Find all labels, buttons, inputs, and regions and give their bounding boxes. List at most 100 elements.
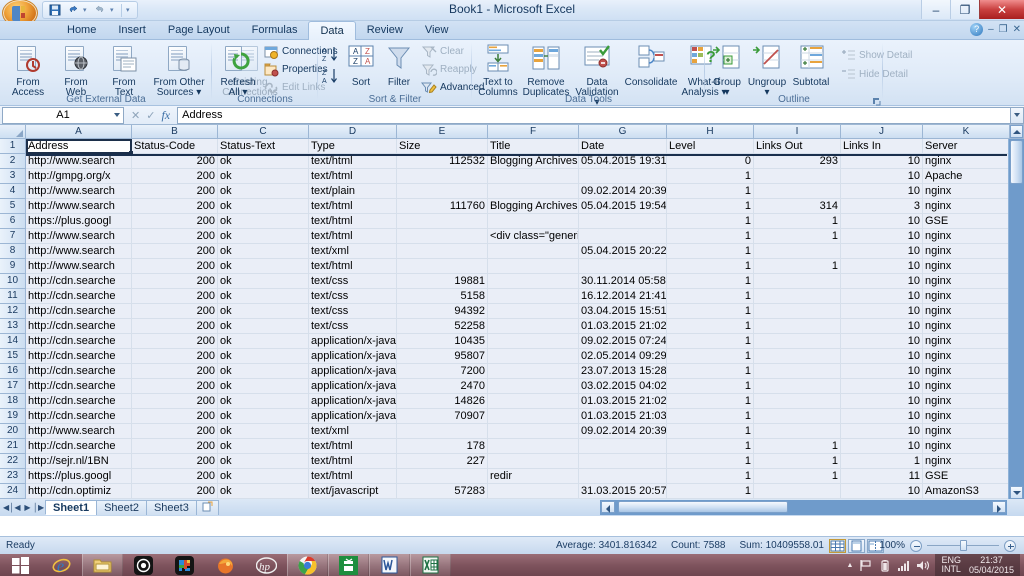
- row-header-10[interactable]: 10: [0, 274, 26, 289]
- sort-ascending-button[interactable]: AZ: [322, 45, 340, 64]
- vertical-scrollbar[interactable]: [1008, 125, 1024, 499]
- cell-C8[interactable]: ok: [218, 244, 309, 259]
- cell-B24[interactable]: 200: [132, 484, 218, 499]
- column-header-f[interactable]: F: [488, 125, 579, 139]
- cell-A9[interactable]: http://www.search: [26, 259, 132, 274]
- cell-H6[interactable]: 1: [667, 214, 754, 229]
- row-header-3[interactable]: 3: [0, 169, 26, 184]
- cell-J16[interactable]: 10: [841, 364, 923, 379]
- cell-K15[interactable]: nginx: [923, 349, 1010, 364]
- hp-support-icon[interactable]: hp: [246, 554, 287, 576]
- cell-D11[interactable]: text/css: [309, 289, 397, 304]
- cell-A18[interactable]: http://cdn.searche: [26, 394, 132, 409]
- row-header-5[interactable]: 5: [0, 199, 26, 214]
- cell-H4[interactable]: 1: [667, 184, 754, 199]
- cell-E20[interactable]: [397, 424, 488, 439]
- column-header-d[interactable]: D: [309, 125, 397, 139]
- cell-K18[interactable]: nginx: [923, 394, 1010, 409]
- cell-D19[interactable]: application/x-javas: [309, 409, 397, 424]
- cell-K9[interactable]: nginx: [923, 259, 1010, 274]
- hide-detail-button[interactable]: Hide Detail: [837, 66, 915, 83]
- cell-D16[interactable]: application/x-javas: [309, 364, 397, 379]
- cell-G1[interactable]: Date: [579, 139, 667, 154]
- cell-C3[interactable]: ok: [218, 169, 309, 184]
- cell-I7[interactable]: 1: [754, 229, 841, 244]
- cell-F9[interactable]: [488, 259, 579, 274]
- row-header-21[interactable]: 21: [0, 439, 26, 454]
- cell-B14[interactable]: 200: [132, 334, 218, 349]
- cell-A14[interactable]: http://cdn.searche: [26, 334, 132, 349]
- cell-E4[interactable]: [397, 184, 488, 199]
- cell-I2[interactable]: 293: [754, 154, 841, 169]
- tab-view[interactable]: View: [414, 21, 460, 40]
- cell-I10[interactable]: [754, 274, 841, 289]
- cell-E13[interactable]: 52258: [397, 319, 488, 334]
- ribbon-minimize-button[interactable]: –: [988, 24, 994, 35]
- cell-B4[interactable]: 200: [132, 184, 218, 199]
- cell-F23[interactable]: redir: [488, 469, 579, 484]
- cell-E17[interactable]: 2470: [397, 379, 488, 394]
- cell-D24[interactable]: text/javascript: [309, 484, 397, 499]
- cell-F6[interactable]: [488, 214, 579, 229]
- sheet-nav-last[interactable]: │▶: [33, 503, 44, 512]
- tab-insert[interactable]: Insert: [107, 21, 157, 40]
- row-header-1[interactable]: 1: [0, 139, 26, 154]
- sheet-tab-sheet1[interactable]: Sheet1: [45, 500, 98, 515]
- cell-H7[interactable]: 1: [667, 229, 754, 244]
- cell-C22[interactable]: ok: [218, 454, 309, 469]
- cell-J20[interactable]: 10: [841, 424, 923, 439]
- close-button[interactable]: ✕: [979, 0, 1024, 19]
- cell-G20[interactable]: 09.02.2014 20:39:1: [579, 424, 667, 439]
- text-to-columns-button[interactable]: Text to Columns: [476, 41, 520, 98]
- cell-K8[interactable]: nginx: [923, 244, 1010, 259]
- action-center-flag-icon[interactable]: [859, 559, 872, 572]
- row-header-11[interactable]: 11: [0, 289, 26, 304]
- row-header-4[interactable]: 4: [0, 184, 26, 199]
- cell-G3[interactable]: [579, 169, 667, 184]
- cell-C13[interactable]: ok: [218, 319, 309, 334]
- cell-J6[interactable]: 10: [841, 214, 923, 229]
- cell-F7[interactable]: <div class="genericon genericon-feed": [488, 229, 579, 244]
- cell-A10[interactable]: http://cdn.searche: [26, 274, 132, 289]
- cell-F2[interactable]: Blogging Archives -: [488, 154, 579, 169]
- cell-H3[interactable]: 1: [667, 169, 754, 184]
- cell-A3[interactable]: http://gmpg.org/x: [26, 169, 132, 184]
- cell-C17[interactable]: ok: [218, 379, 309, 394]
- row-header-22[interactable]: 22: [0, 454, 26, 469]
- cell-A1[interactable]: Address: [26, 139, 132, 154]
- cell-G15[interactable]: 02.05.2014 09:29:1: [579, 349, 667, 364]
- ribbon-close-button[interactable]: ✕: [1013, 24, 1021, 35]
- cell-B5[interactable]: 200: [132, 199, 218, 214]
- cell-I8[interactable]: [754, 244, 841, 259]
- windows-store-icon[interactable]: [328, 554, 369, 576]
- cell-K23[interactable]: GSE: [923, 469, 1010, 484]
- row-header-19[interactable]: 19: [0, 409, 26, 424]
- zoom-slider-thumb[interactable]: [960, 540, 967, 551]
- cell-E23[interactable]: [397, 469, 488, 484]
- horizontal-scrollbar[interactable]: [600, 500, 1007, 515]
- filter-button[interactable]: Filter: [380, 41, 418, 88]
- cell-G17[interactable]: 03.02.2015 04:02:2: [579, 379, 667, 394]
- cell-K6[interactable]: GSE: [923, 214, 1010, 229]
- cell-C7[interactable]: ok: [218, 229, 309, 244]
- cell-I6[interactable]: 1: [754, 214, 841, 229]
- cell-F24[interactable]: [488, 484, 579, 499]
- cell-F20[interactable]: [488, 424, 579, 439]
- cell-J10[interactable]: 10: [841, 274, 923, 289]
- cell-A4[interactable]: http://www.search: [26, 184, 132, 199]
- cell-J24[interactable]: 10: [841, 484, 923, 499]
- cell-E24[interactable]: 57283: [397, 484, 488, 499]
- tab-page-layout[interactable]: Page Layout: [157, 21, 241, 40]
- cell-A23[interactable]: https://plus.googl: [26, 469, 132, 484]
- tab-review[interactable]: Review: [356, 21, 414, 40]
- cell-J17[interactable]: 10: [841, 379, 923, 394]
- cell-K1[interactable]: Server: [923, 139, 1010, 154]
- restore-button[interactable]: ❐: [950, 0, 979, 19]
- cell-J8[interactable]: 10: [841, 244, 923, 259]
- cell-J23[interactable]: 11: [841, 469, 923, 484]
- cell-H8[interactable]: 1: [667, 244, 754, 259]
- minimize-button[interactable]: –: [921, 0, 950, 19]
- cancel-formula-icon[interactable]: ✕: [131, 109, 140, 122]
- cell-G19[interactable]: 01.03.2015 21:03:0: [579, 409, 667, 424]
- cell-A15[interactable]: http://cdn.searche: [26, 349, 132, 364]
